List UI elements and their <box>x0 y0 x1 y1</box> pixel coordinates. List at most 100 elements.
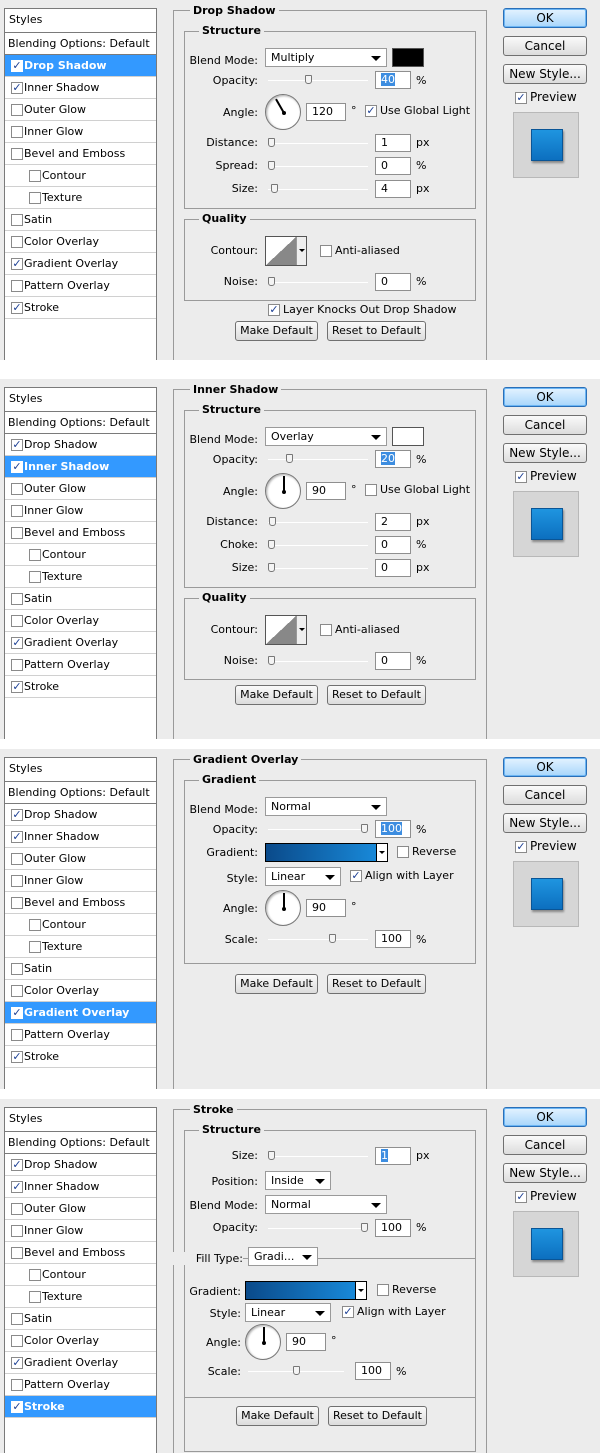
angle-dial[interactable] <box>265 94 301 130</box>
shadow-color-swatch[interactable] <box>392 427 424 446</box>
style-item-stroke[interactable]: ✓ Stroke <box>5 1396 156 1418</box>
checkbox-icon[interactable]: ✓ <box>11 831 23 843</box>
cancel-button[interactable]: Cancel <box>503 1135 587 1155</box>
style-item-color-overlay[interactable]: Color Overlay <box>5 610 156 632</box>
angle-input[interactable]: 90 <box>286 1333 326 1351</box>
blending-options-item[interactable]: Blending Options: Default <box>5 782 156 804</box>
make-default-button[interactable]: Make Default <box>235 974 318 994</box>
checkbox-icon[interactable]: ✓ <box>11 637 23 649</box>
reverse-checkbox[interactable]: Reverse <box>397 845 456 858</box>
style-item-inner-shadow[interactable]: ✓ Inner Shadow <box>5 1176 156 1198</box>
style-item-stroke[interactable]: ✓ Stroke <box>5 1046 156 1068</box>
blending-options-item[interactable]: Blending Options: Default <box>5 33 156 55</box>
checkbox-icon[interactable] <box>11 148 23 160</box>
style-item-texture[interactable]: Texture <box>5 187 156 209</box>
checkbox-icon[interactable] <box>11 1203 23 1215</box>
size-slider[interactable] <box>268 184 368 193</box>
noise-slider[interactable] <box>268 656 368 665</box>
checkbox-icon[interactable] <box>29 919 41 931</box>
cancel-button[interactable]: Cancel <box>503 785 587 805</box>
reset-to-default-button[interactable]: Reset to Default <box>327 974 426 994</box>
blend-mode-dropdown[interactable]: Multiply <box>265 48 387 67</box>
distance-slider[interactable] <box>268 138 368 147</box>
style-item-outer-glow[interactable]: Outer Glow <box>5 848 156 870</box>
opacity-input[interactable]: 100 <box>375 820 411 838</box>
checkbox-icon[interactable] <box>377 1284 389 1296</box>
checkbox-icon[interactable] <box>29 549 41 561</box>
style-item-outer-glow[interactable]: Outer Glow <box>5 1198 156 1220</box>
checkbox-icon[interactable] <box>11 214 23 226</box>
style-item-gradient-overlay[interactable]: ✓ Gradient Overlay <box>5 253 156 275</box>
checkbox-icon[interactable]: ✓ <box>11 1051 23 1063</box>
checkbox-icon[interactable] <box>11 853 23 865</box>
style-item-bevel-and-emboss[interactable]: Bevel and Emboss <box>5 143 156 165</box>
checkbox-icon[interactable] <box>365 484 377 496</box>
preview-checkbox[interactable]: ✓ Preview <box>515 90 577 104</box>
preview-checkbox[interactable]: ✓ Preview <box>515 469 577 483</box>
checkbox-icon[interactable] <box>11 985 23 997</box>
checkbox-icon[interactable] <box>11 527 23 539</box>
checkbox-icon[interactable]: ✓ <box>11 258 23 270</box>
checkbox-icon[interactable]: ✓ <box>11 1357 23 1369</box>
style-dropdown[interactable]: Linear <box>265 867 341 886</box>
checkbox-icon[interactable]: ✓ <box>515 470 527 483</box>
blend-mode-dropdown[interactable]: Overlay <box>265 427 387 446</box>
opacity-input[interactable]: 100 <box>375 1219 411 1237</box>
checkbox-icon[interactable] <box>11 483 23 495</box>
slider-thumb[interactable] <box>305 75 312 84</box>
checkbox-icon[interactable]: ✓ <box>515 91 527 104</box>
checkbox-icon[interactable] <box>11 104 23 116</box>
checkbox-icon[interactable] <box>11 897 23 909</box>
ok-button[interactable]: OK <box>503 757 587 777</box>
reset-to-default-button[interactable]: Reset to Default <box>327 321 426 341</box>
preview-checkbox[interactable]: ✓ Preview <box>515 1189 577 1203</box>
checkbox-icon[interactable] <box>320 624 332 636</box>
reset-to-default-button[interactable]: Reset to Default <box>327 685 426 705</box>
style-item-bevel-and-emboss[interactable]: Bevel and Emboss <box>5 892 156 914</box>
style-item-drop-shadow[interactable]: ✓ Drop Shadow <box>5 1154 156 1176</box>
new-style-button[interactable]: New Style... <box>503 64 587 84</box>
checkbox-icon[interactable] <box>11 1247 23 1259</box>
new-style-button[interactable]: New Style... <box>503 443 587 463</box>
style-item-pattern-overlay[interactable]: Pattern Overlay <box>5 275 156 297</box>
checkbox-icon[interactable]: ✓ <box>11 1007 23 1019</box>
ok-button[interactable]: OK <box>503 387 587 407</box>
angle-dial[interactable] <box>245 1324 281 1360</box>
preview-checkbox[interactable]: ✓ Preview <box>515 839 577 853</box>
scale-input[interactable]: 100 <box>355 1362 391 1380</box>
style-item-contour[interactable]: Contour <box>5 165 156 187</box>
shadow-color-swatch[interactable] <box>392 48 424 67</box>
checkbox-icon[interactable] <box>11 1225 23 1237</box>
style-item-inner-glow[interactable]: Inner Glow <box>5 1220 156 1242</box>
contour-picker[interactable] <box>265 236 307 266</box>
checkbox-icon[interactable] <box>29 1291 41 1303</box>
style-item-drop-shadow[interactable]: ✓ Drop Shadow <box>5 804 156 826</box>
anti-aliased-checkbox[interactable]: Anti-aliased <box>320 244 400 257</box>
style-item-satin[interactable]: Satin <box>5 209 156 231</box>
blend-mode-dropdown[interactable]: Normal <box>265 797 387 816</box>
checkbox-icon[interactable] <box>11 505 23 517</box>
choke-slider[interactable] <box>268 540 368 549</box>
style-item-inner-glow[interactable]: Inner Glow <box>5 500 156 522</box>
new-style-button[interactable]: New Style... <box>503 813 587 833</box>
align-with-layer-checkbox[interactable]: ✓ Align with Layer <box>342 1305 446 1318</box>
checkbox-icon[interactable]: ✓ <box>350 870 362 882</box>
checkbox-icon[interactable] <box>11 593 23 605</box>
style-item-satin[interactable]: Satin <box>5 1308 156 1330</box>
checkbox-icon[interactable] <box>11 1313 23 1325</box>
style-item-bevel-and-emboss[interactable]: Bevel and Emboss <box>5 1242 156 1264</box>
checkbox-icon[interactable] <box>11 1029 23 1041</box>
size-input[interactable]: 0 <box>375 559 411 577</box>
checkbox-icon[interactable] <box>11 1379 23 1391</box>
style-item-color-overlay[interactable]: Color Overlay <box>5 1330 156 1352</box>
scale-slider[interactable] <box>268 934 368 943</box>
checkbox-icon[interactable] <box>11 1335 23 1347</box>
checkbox-icon[interactable] <box>11 615 23 627</box>
style-item-contour[interactable]: Contour <box>5 544 156 566</box>
scale-input[interactable]: 100 <box>375 930 411 948</box>
checkbox-icon[interactable] <box>11 126 23 138</box>
style-item-gradient-overlay[interactable]: ✓ Gradient Overlay <box>5 1002 156 1024</box>
checkbox-icon[interactable]: ✓ <box>11 461 23 473</box>
distance-input[interactable]: 1 <box>375 134 411 152</box>
checkbox-icon[interactable] <box>29 1269 41 1281</box>
